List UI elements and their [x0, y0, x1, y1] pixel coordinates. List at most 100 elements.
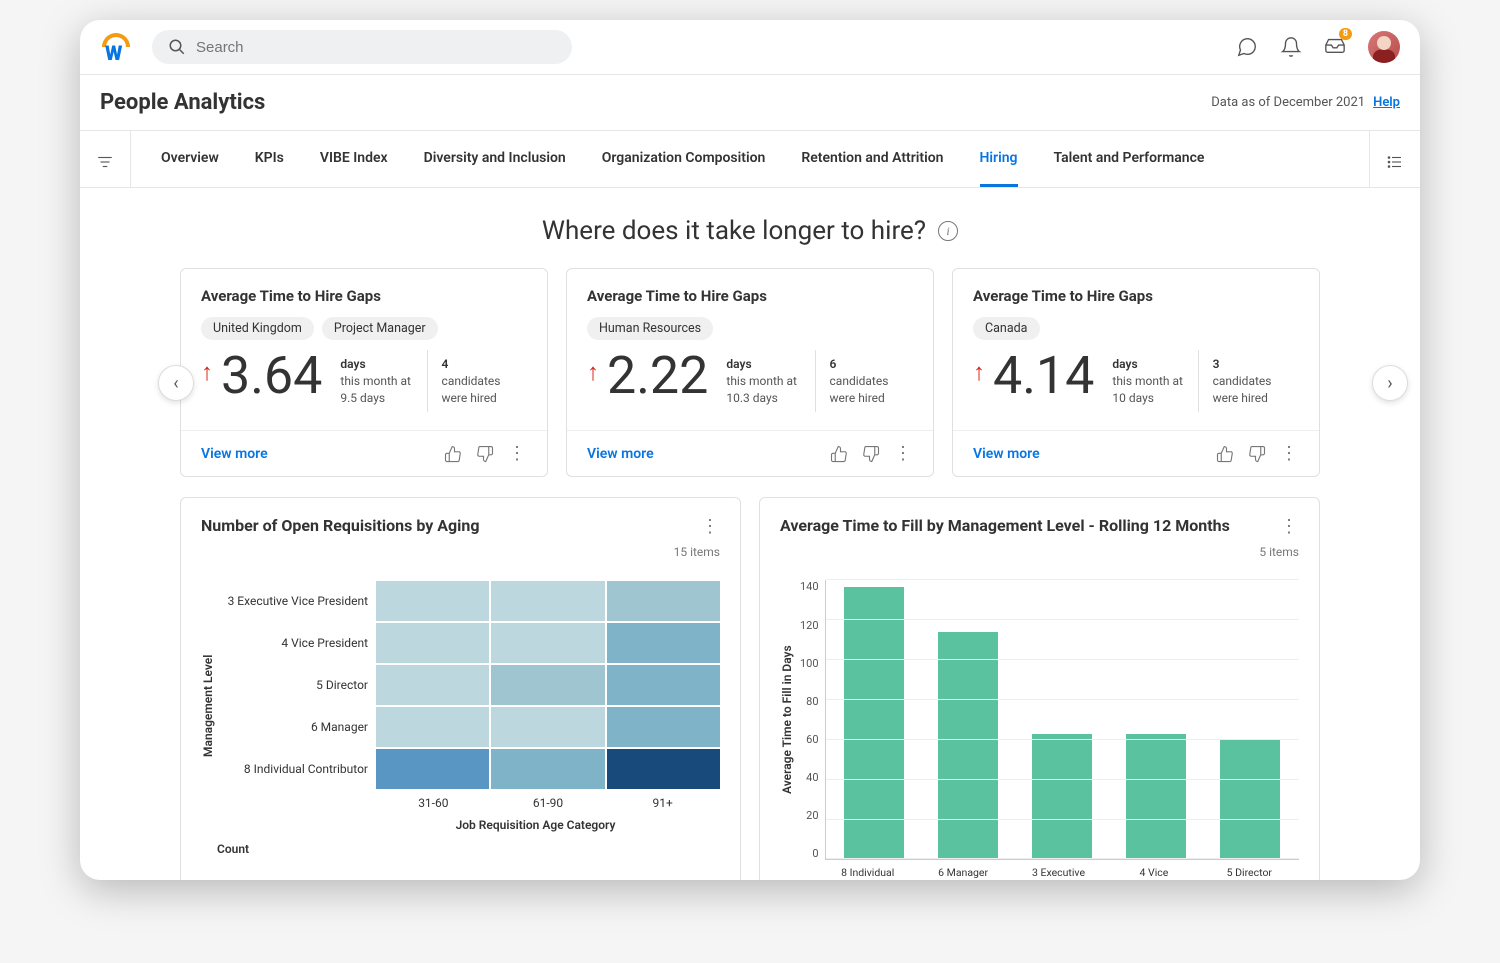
help-link[interactable]: Help — [1373, 95, 1400, 110]
search-box[interactable] — [152, 30, 572, 64]
tab-vibe-index[interactable]: VIBE Index — [320, 132, 388, 187]
heatmap-row: 3 Executive Vice President — [221, 580, 720, 622]
thumbs-down-icon[interactable] — [862, 445, 880, 463]
card-menu-icon[interactable]: ⋮ — [894, 443, 913, 464]
thumbs-down-icon[interactable] — [1248, 445, 1266, 463]
heatmap-x-label: 61-90 — [491, 790, 606, 810]
chart-menu-icon[interactable]: ⋮ — [674, 516, 720, 537]
heatmap-cell[interactable] — [376, 665, 489, 705]
avatar[interactable] — [1368, 31, 1400, 63]
heatmap-cell[interactable] — [376, 581, 489, 621]
heatmap-cell[interactable] — [491, 749, 604, 789]
heatmap-cell[interactable] — [607, 665, 720, 705]
card-menu-icon[interactable]: ⋮ — [508, 443, 527, 464]
heatmap-cell[interactable] — [376, 707, 489, 747]
chart-title: Number of Open Requisitions by Aging — [201, 516, 480, 535]
bar[interactable] — [1220, 740, 1280, 860]
bar-y-tick: 80 — [806, 695, 818, 708]
topbar: W 8 — [80, 20, 1420, 75]
bar-y-tick: 40 — [806, 771, 818, 784]
chip: Canada — [973, 317, 1040, 340]
chart-items-count: 5 items — [1259, 545, 1299, 559]
carousel-next[interactable]: › — [1372, 365, 1408, 401]
chart-open-requisitions: Number of Open Requisitions by Aging ⋮ 1… — [180, 497, 741, 880]
bar-column — [1027, 734, 1097, 859]
inbox-button[interactable]: 8 — [1324, 34, 1346, 60]
filter-icon[interactable] — [96, 153, 114, 171]
bar-x-label: 4 Vice President — [1118, 866, 1189, 880]
card-title: Average Time to Hire Gaps — [973, 287, 1299, 305]
thumbs-up-icon[interactable] — [1216, 445, 1234, 463]
heatmap-row-label: 4 Vice President — [221, 636, 376, 650]
bar-column — [933, 632, 1003, 860]
bar-y-tick: 120 — [800, 619, 819, 632]
bar[interactable] — [1126, 734, 1186, 859]
chart-time-to-fill: Average Time to Fill by Management Level… — [759, 497, 1320, 880]
heatmap-cell[interactable] — [607, 623, 720, 663]
heatmap-cell[interactable] — [607, 581, 720, 621]
search-input[interactable] — [196, 39, 556, 56]
heatmap-cell[interactable] — [491, 581, 604, 621]
heatmap-x-title: Job Requisition Age Category — [351, 810, 720, 832]
inbox-badge: 8 — [1339, 28, 1352, 40]
insight-card: Average Time to Hire Gaps Human Resource… — [566, 268, 934, 477]
heatmap-row: 5 Director — [221, 664, 720, 706]
view-more-link[interactable]: View more — [973, 446, 1040, 462]
page-title: People Analytics — [100, 90, 265, 115]
bar-x-label: 3 Executive Vice President — [1023, 866, 1094, 880]
chart-menu-icon[interactable]: ⋮ — [1259, 516, 1299, 537]
thumbs-up-icon[interactable] — [830, 445, 848, 463]
tab-talent-and-performance[interactable]: Talent and Performance — [1054, 132, 1205, 187]
bar[interactable] — [1032, 734, 1092, 859]
insight-card: Average Time to Hire Gaps United Kingdom… — [180, 268, 548, 477]
search-icon — [168, 38, 186, 56]
view-more-link[interactable]: View more — [587, 446, 654, 462]
trend-up-icon: ↑ — [973, 360, 985, 384]
workday-logo[interactable]: W — [100, 31, 132, 63]
heatmap-cell[interactable] — [607, 749, 720, 789]
bar[interactable] — [938, 632, 998, 860]
bar-y-tick: 140 — [800, 580, 819, 593]
metric-value: 3.64 — [221, 350, 322, 402]
card-menu-icon[interactable]: ⋮ — [1280, 443, 1299, 464]
heatmap-x-label: 31-60 — [376, 790, 491, 810]
bell-icon[interactable] — [1280, 36, 1302, 58]
bar-y-tick: 60 — [806, 733, 818, 746]
heatmap-cell[interactable] — [491, 665, 604, 705]
metric-value: 2.22 — [607, 350, 708, 402]
tab-diversity-and-inclusion[interactable]: Diversity and Inclusion — [424, 132, 566, 187]
bar-x-label: 8 Individual Contributor — [832, 866, 903, 880]
tab-hiring[interactable]: Hiring — [980, 132, 1018, 187]
heatmap-row-label: 3 Executive Vice President — [221, 594, 376, 608]
heatmap-cell[interactable] — [376, 623, 489, 663]
tabs: Overview KPIs VIBE Index Diversity and Incl… — [131, 131, 1369, 187]
card-title: Average Time to Hire Gaps — [201, 287, 527, 305]
bar-column — [1121, 734, 1191, 859]
heatmap-legend: Count — [217, 842, 720, 856]
heatmap-row-label: 5 Director — [221, 678, 376, 692]
tab-retention-and-attrition[interactable]: Retention and Attrition — [801, 132, 943, 187]
heatmap-y-axis-label: Management Level — [201, 580, 215, 832]
heatmap-cell[interactable] — [607, 707, 720, 747]
tab-organization-composition[interactable]: Organization Composition — [602, 132, 766, 187]
bar-y-tick: 100 — [800, 657, 819, 670]
bar-column — [1215, 740, 1285, 860]
data-as-of: Data as of December 2021 — [1211, 95, 1365, 110]
thumbs-up-icon[interactable] — [444, 445, 462, 463]
list-icon[interactable] — [1386, 153, 1404, 171]
heatmap-x-label: 91+ — [605, 790, 720, 810]
bar-y-tick: 0 — [812, 847, 818, 860]
tab-kpis[interactable]: KPIs — [255, 132, 284, 187]
carousel-prev[interactable]: ‹ — [158, 365, 194, 401]
view-more-link[interactable]: View more — [201, 446, 268, 462]
card-title: Average Time to Hire Gaps — [587, 287, 913, 305]
heatmap-cell[interactable] — [491, 707, 604, 747]
heatmap-row: 4 Vice President — [221, 622, 720, 664]
tab-overview[interactable]: Overview — [161, 132, 219, 187]
thumbs-down-icon[interactable] — [476, 445, 494, 463]
info-icon[interactable]: i — [938, 221, 958, 241]
chart-title: Average Time to Fill by Management Level… — [780, 516, 1230, 535]
chat-icon[interactable] — [1236, 36, 1258, 58]
heatmap-cell[interactable] — [376, 749, 489, 789]
heatmap-cell[interactable] — [491, 623, 604, 663]
